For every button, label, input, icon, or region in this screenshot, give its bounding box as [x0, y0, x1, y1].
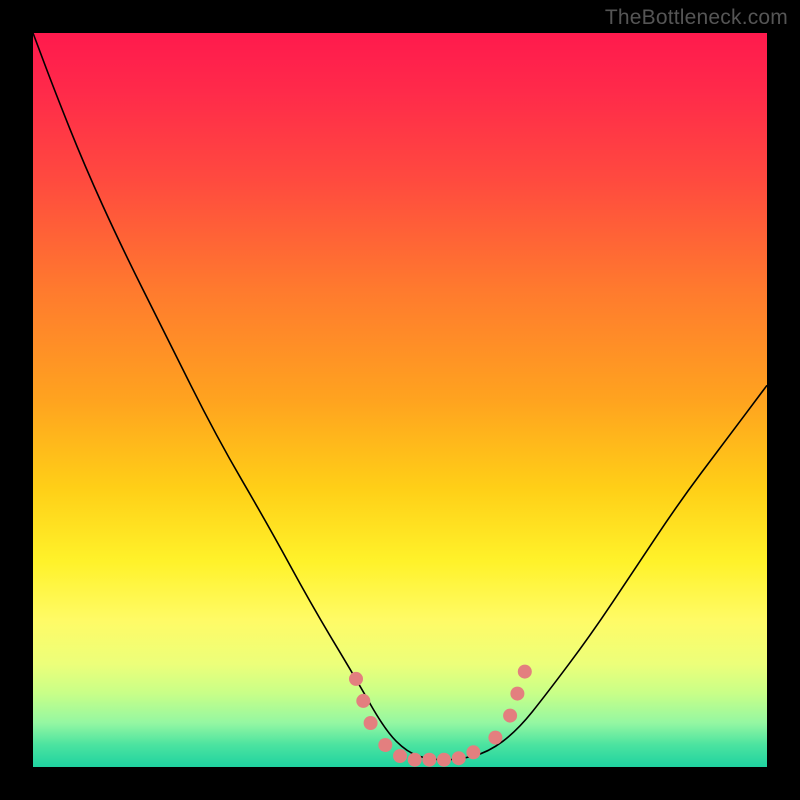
highlight-dot — [356, 694, 370, 708]
highlight-dot — [510, 687, 524, 701]
highlight-dot — [422, 753, 436, 767]
watermark-text: TheBottleneck.com — [605, 6, 788, 30]
highlight-dot — [518, 665, 532, 679]
highlight-dot — [437, 753, 451, 767]
highlight-dot — [378, 738, 392, 752]
chart-svg — [33, 33, 767, 767]
highlight-dot — [452, 751, 466, 765]
highlight-dot — [349, 672, 363, 686]
highlight-dot — [503, 709, 517, 723]
highlight-dot — [466, 745, 480, 759]
chart-frame: TheBottleneck.com — [0, 0, 800, 800]
highlight-dot — [488, 731, 502, 745]
plot-area — [33, 33, 767, 767]
highlight-dot — [408, 753, 422, 767]
bottleneck-curve — [33, 33, 767, 760]
highlight-dot — [393, 749, 407, 763]
highlight-dot — [364, 716, 378, 730]
